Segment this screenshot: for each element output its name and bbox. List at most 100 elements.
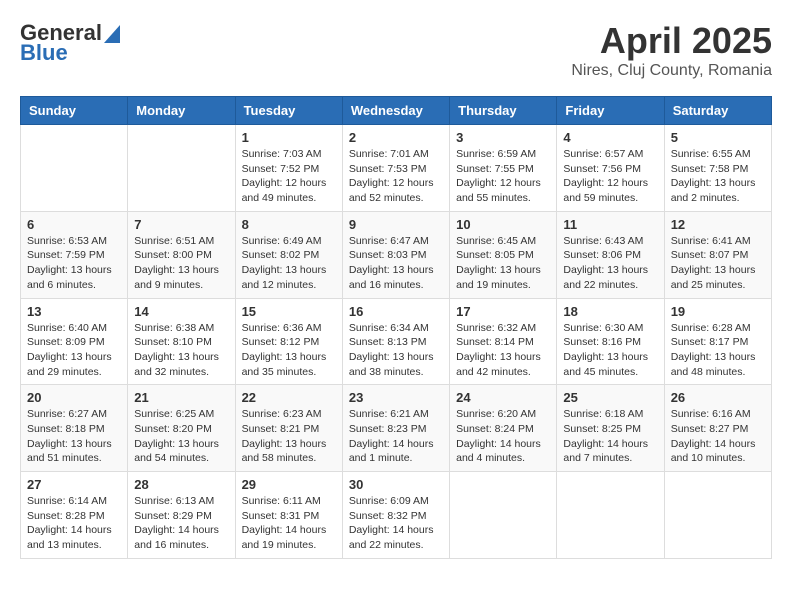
day-info: Sunrise: 6:23 AM Sunset: 8:21 PM Dayligh…: [242, 407, 336, 466]
day-number: 24: [456, 390, 550, 405]
calendar-day-cell: 18 Sunrise: 6:30 AM Sunset: 8:16 PM Dayli…: [557, 298, 664, 385]
day-info: Sunrise: 6:25 AM Sunset: 8:20 PM Dayligh…: [134, 407, 228, 466]
day-info: Sunrise: 6:13 AM Sunset: 8:29 PM Dayligh…: [134, 494, 228, 553]
day-number: 27: [27, 477, 121, 492]
day-info: Sunrise: 6:57 AM Sunset: 7:56 PM Dayligh…: [563, 147, 657, 206]
day-number: 2: [349, 130, 443, 145]
day-number: 19: [671, 304, 765, 319]
calendar-day-cell: 19Sunrise: 6:28 AM Sunset: 8:17 PM Dayli…: [664, 298, 771, 385]
calendar-body: 1 Sunrise: 7:03 AM Sunset: 7:52 PM Daylig…: [21, 125, 772, 559]
calendar-header-cell: Tuesday: [235, 97, 342, 125]
day-number: 6: [27, 217, 121, 232]
day-info: Sunrise: 6:43 AM Sunset: 8:06 PM Dayligh…: [563, 234, 657, 293]
day-number: 5: [671, 130, 765, 145]
day-info: Sunrise: 6:47 AM Sunset: 8:03 PM Dayligh…: [349, 234, 443, 293]
calendar-day-cell: 16 Sunrise: 6:34 AM Sunset: 8:13 PM Dayli…: [342, 298, 449, 385]
day-number: 22: [242, 390, 336, 405]
calendar-day-cell: 5 Sunrise: 6:55 AM Sunset: 7:58 PM Daylig…: [664, 125, 771, 212]
day-number: 25: [563, 390, 657, 405]
day-number: 15: [242, 304, 336, 319]
calendar-header-row: SundayMondayTuesdayWednesdayThursdayFrid…: [21, 97, 772, 125]
day-info: Sunrise: 6:38 AM Sunset: 8:10 PM Dayligh…: [134, 321, 228, 380]
calendar-day-cell: 30 Sunrise: 6:09 AM Sunset: 8:32 PM Dayli…: [342, 472, 449, 559]
day-info: Sunrise: 6:59 AM Sunset: 7:55 PM Dayligh…: [456, 147, 550, 206]
calendar-day-cell: 11 Sunrise: 6:43 AM Sunset: 8:06 PM Dayli…: [557, 211, 664, 298]
calendar-header-cell: Sunday: [21, 97, 128, 125]
day-number: 26: [671, 390, 765, 405]
calendar-day-cell: 29Sunrise: 6:11 AM Sunset: 8:31 PM Dayli…: [235, 472, 342, 559]
calendar-day-cell: 21 Sunrise: 6:25 AM Sunset: 8:20 PM Dayli…: [128, 385, 235, 472]
day-info: Sunrise: 6:21 AM Sunset: 8:23 PM Dayligh…: [349, 407, 443, 466]
calendar-day-cell: 9 Sunrise: 6:47 AM Sunset: 8:03 PM Daylig…: [342, 211, 449, 298]
day-number: 14: [134, 304, 228, 319]
calendar-day-cell: 10Sunrise: 6:45 AM Sunset: 8:05 PM Dayli…: [450, 211, 557, 298]
calendar-week-row: 13 Sunrise: 6:40 AM Sunset: 8:09 PM Dayli…: [21, 298, 772, 385]
calendar-table: SundayMondayTuesdayWednesdayThursdayFrid…: [20, 96, 772, 559]
day-number: 21: [134, 390, 228, 405]
day-number: 3: [456, 130, 550, 145]
day-info: Sunrise: 6:30 AM Sunset: 8:16 PM Dayligh…: [563, 321, 657, 380]
day-number: 9: [349, 217, 443, 232]
calendar-header-cell: Thursday: [450, 97, 557, 125]
calendar-day-cell: 2 Sunrise: 7:01 AM Sunset: 7:53 PM Daylig…: [342, 125, 449, 212]
day-number: 20: [27, 390, 121, 405]
calendar-day-cell: 23 Sunrise: 6:21 AM Sunset: 8:23 PM Dayli…: [342, 385, 449, 472]
calendar-day-cell: 13 Sunrise: 6:40 AM Sunset: 8:09 PM Dayli…: [21, 298, 128, 385]
day-number: 8: [242, 217, 336, 232]
calendar-day-cell: 24Sunrise: 6:20 AM Sunset: 8:24 PM Dayli…: [450, 385, 557, 472]
day-info: Sunrise: 6:41 AM Sunset: 8:07 PM Dayligh…: [671, 234, 765, 293]
day-number: 11: [563, 217, 657, 232]
day-number: 23: [349, 390, 443, 405]
calendar-day-cell: 12 Sunrise: 6:41 AM Sunset: 8:07 PM Dayli…: [664, 211, 771, 298]
day-info: Sunrise: 6:32 AM Sunset: 8:14 PM Dayligh…: [456, 321, 550, 380]
day-info: Sunrise: 6:27 AM Sunset: 8:18 PM Dayligh…: [27, 407, 121, 466]
calendar-day-cell: 25 Sunrise: 6:18 AM Sunset: 8:25 PM Dayli…: [557, 385, 664, 472]
title-block: April 2025 Nires, Cluj County, Romania: [571, 20, 772, 80]
calendar-day-cell: 27 Sunrise: 6:14 AM Sunset: 8:28 PM Dayli…: [21, 472, 128, 559]
day-info: Sunrise: 6:16 AM Sunset: 8:27 PM Dayligh…: [671, 407, 765, 466]
logo: General Blue: [20, 20, 120, 66]
calendar-day-cell: [664, 472, 771, 559]
calendar-day-cell: [557, 472, 664, 559]
calendar-day-cell: 4 Sunrise: 6:57 AM Sunset: 7:56 PM Daylig…: [557, 125, 664, 212]
day-number: 13: [27, 304, 121, 319]
day-number: 4: [563, 130, 657, 145]
calendar-header-cell: Friday: [557, 97, 664, 125]
calendar-week-row: 6 Sunrise: 6:53 AM Sunset: 7:59 PM Daylig…: [21, 211, 772, 298]
day-number: 29: [242, 477, 336, 492]
calendar-header-cell: Wednesday: [342, 97, 449, 125]
calendar-day-cell: 3 Sunrise: 6:59 AM Sunset: 7:55 PM Daylig…: [450, 125, 557, 212]
location-title: Nires, Cluj County, Romania: [571, 62, 772, 80]
calendar-header-cell: Saturday: [664, 97, 771, 125]
day-info: Sunrise: 6:18 AM Sunset: 8:25 PM Dayligh…: [563, 407, 657, 466]
calendar-week-row: 1 Sunrise: 7:03 AM Sunset: 7:52 PM Daylig…: [21, 125, 772, 212]
day-info: Sunrise: 6:49 AM Sunset: 8:02 PM Dayligh…: [242, 234, 336, 293]
day-info: Sunrise: 6:53 AM Sunset: 7:59 PM Dayligh…: [27, 234, 121, 293]
calendar-header-cell: Monday: [128, 97, 235, 125]
calendar-day-cell: 1 Sunrise: 7:03 AM Sunset: 7:52 PM Daylig…: [235, 125, 342, 212]
day-info: Sunrise: 6:34 AM Sunset: 8:13 PM Dayligh…: [349, 321, 443, 380]
day-info: Sunrise: 6:14 AM Sunset: 8:28 PM Dayligh…: [27, 494, 121, 553]
day-number: 12: [671, 217, 765, 232]
day-info: Sunrise: 7:01 AM Sunset: 7:53 PM Dayligh…: [349, 147, 443, 206]
calendar-day-cell: 17Sunrise: 6:32 AM Sunset: 8:14 PM Dayli…: [450, 298, 557, 385]
day-info: Sunrise: 6:36 AM Sunset: 8:12 PM Dayligh…: [242, 321, 336, 380]
calendar-day-cell: 15 Sunrise: 6:36 AM Sunset: 8:12 PM Dayli…: [235, 298, 342, 385]
logo-blue-text: Blue: [20, 40, 68, 66]
day-number: 1: [242, 130, 336, 145]
day-info: Sunrise: 6:45 AM Sunset: 8:05 PM Dayligh…: [456, 234, 550, 293]
day-number: 30: [349, 477, 443, 492]
day-number: 7: [134, 217, 228, 232]
day-info: Sunrise: 6:51 AM Sunset: 8:00 PM Dayligh…: [134, 234, 228, 293]
day-info: Sunrise: 6:09 AM Sunset: 8:32 PM Dayligh…: [349, 494, 443, 553]
calendar-day-cell: 6 Sunrise: 6:53 AM Sunset: 7:59 PM Daylig…: [21, 211, 128, 298]
calendar-day-cell: 22 Sunrise: 6:23 AM Sunset: 8:21 PM Dayli…: [235, 385, 342, 472]
day-number: 18: [563, 304, 657, 319]
day-number: 16: [349, 304, 443, 319]
calendar-day-cell: [128, 125, 235, 212]
day-info: Sunrise: 6:55 AM Sunset: 7:58 PM Dayligh…: [671, 147, 765, 206]
day-info: Sunrise: 6:40 AM Sunset: 8:09 PM Dayligh…: [27, 321, 121, 380]
calendar-day-cell: 20 Sunrise: 6:27 AM Sunset: 8:18 PM Dayli…: [21, 385, 128, 472]
calendar-day-cell: 8 Sunrise: 6:49 AM Sunset: 8:02 PM Daylig…: [235, 211, 342, 298]
day-info: Sunrise: 7:03 AM Sunset: 7:52 PM Dayligh…: [242, 147, 336, 206]
